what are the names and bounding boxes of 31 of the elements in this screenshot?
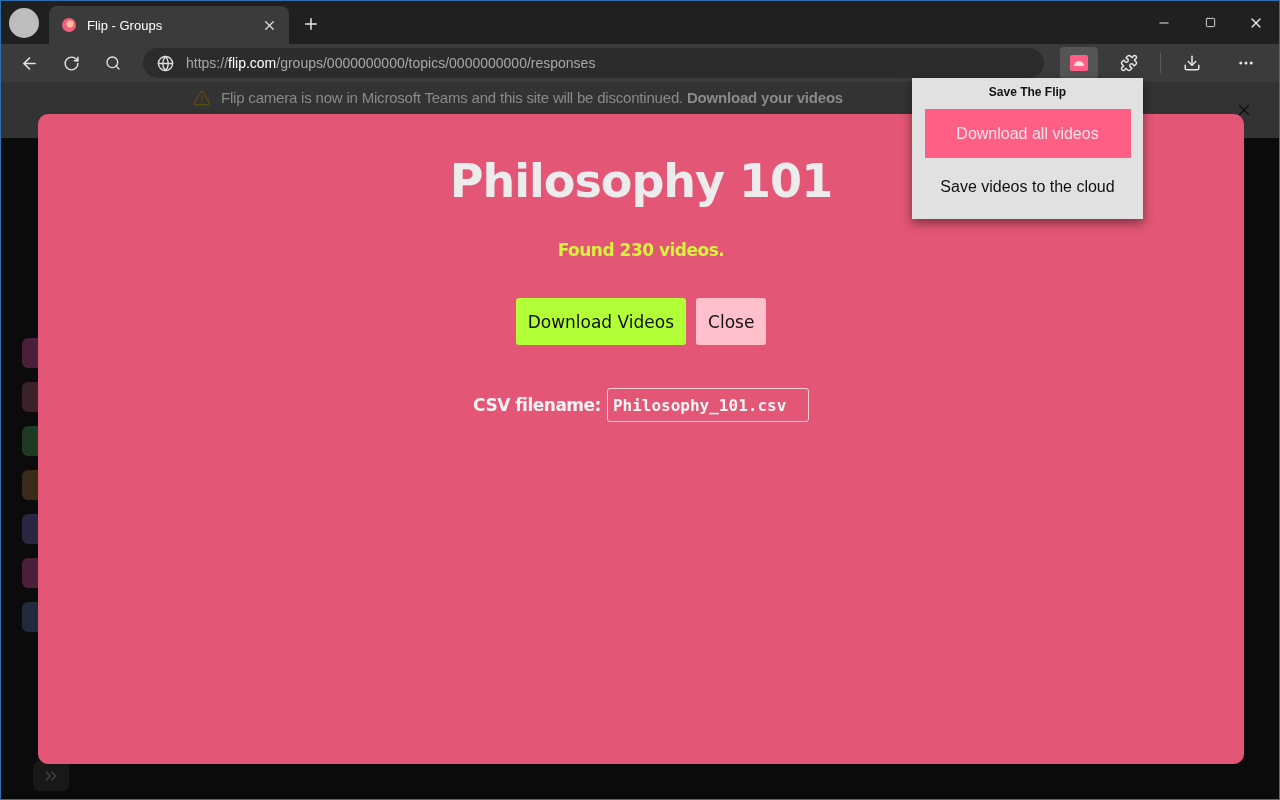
- url-text: https://flip.com/groups/0000000000/topics/0000000000/responses: [186, 55, 596, 71]
- download-videos-button[interactable]: Download Videos: [515, 298, 687, 345]
- tab-title: Flip - Groups: [87, 17, 164, 33]
- search-icon[interactable]: [105, 55, 121, 71]
- app-tile[interactable]: [22, 602, 38, 632]
- expand-sidebar-button[interactable]: [33, 761, 69, 791]
- app-tile[interactable]: [22, 470, 38, 500]
- app-tile[interactable]: [22, 514, 38, 544]
- download-icon[interactable]: [1183, 54, 1201, 72]
- banner-message: Flip camera is now in Microsoft Teams and this site will be discontinued. Download your videos: [221, 89, 843, 106]
- app-tile[interactable]: [22, 338, 38, 368]
- puzzle-icon[interactable]: [1120, 54, 1138, 72]
- popup-title: Save The Flip: [988, 85, 1067, 99]
- browser-tab[interactable]: Flip - Groups: [49, 6, 289, 44]
- maximize-icon[interactable]: [1204, 17, 1216, 28]
- extension-button[interactable]: [1060, 47, 1098, 79]
- save-to-cloud-button[interactable]: Save videos to the cloud: [924, 162, 1131, 211]
- status-message: Found 230 videos.: [557, 240, 725, 260]
- dialog-title: Philosophy 101: [449, 154, 833, 208]
- app-tile[interactable]: [22, 426, 38, 456]
- profile-avatar[interactable]: [9, 8, 39, 38]
- plus-icon[interactable]: [302, 15, 320, 33]
- app-tile[interactable]: [22, 382, 38, 412]
- flip-logo-icon: [61, 17, 77, 33]
- address-bar[interactable]: https://flip.com/groups/0000000000/topics/0000000000/responses: [143, 48, 1044, 78]
- app-tile[interactable]: [22, 558, 38, 588]
- csv-filename-label: CSV filename:: [473, 395, 601, 415]
- reload-icon[interactable]: [62, 54, 80, 72]
- warning-icon: [193, 89, 211, 107]
- globe-icon: [157, 54, 174, 72]
- close-button[interactable]: Close: [696, 298, 767, 345]
